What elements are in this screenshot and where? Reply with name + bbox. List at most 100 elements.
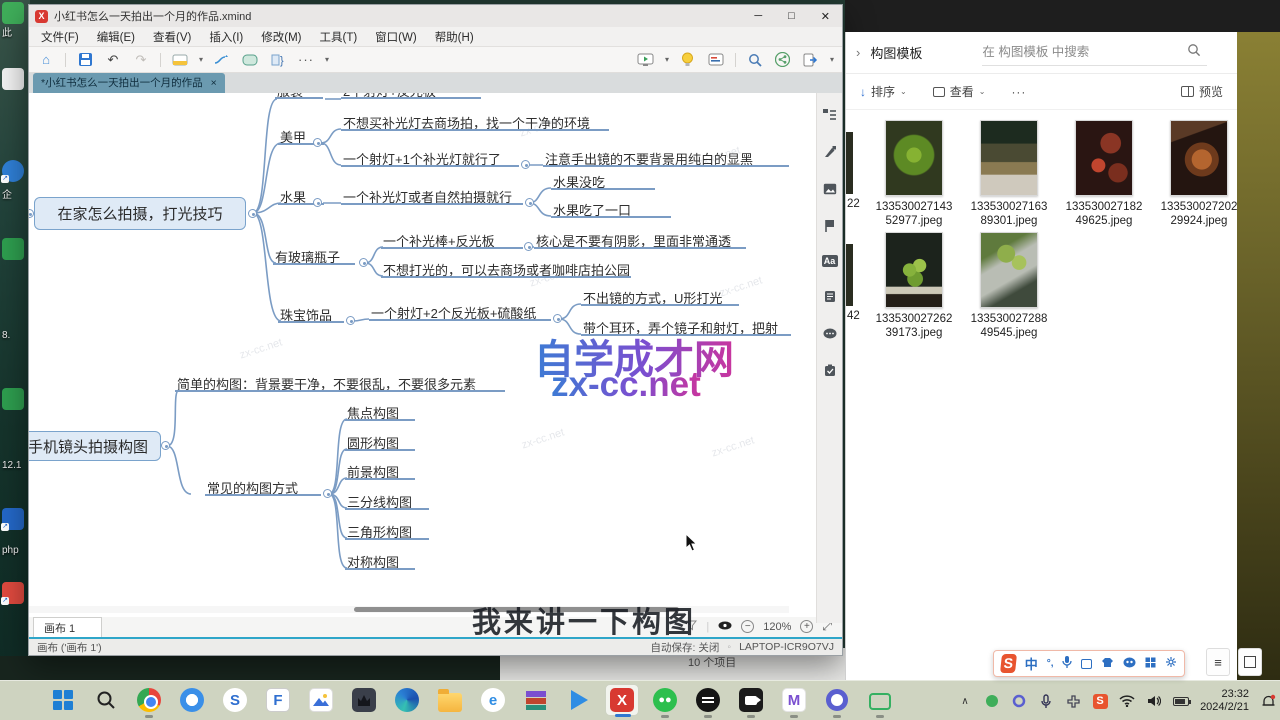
tray-sogou-icon[interactable]: S xyxy=(1092,693,1108,709)
watermark-tool-icon[interactable] xyxy=(691,684,725,716)
mindmap-node-foreground[interactable]: 前景构图 xyxy=(345,461,415,480)
mindmap-node-common-compositions[interactable]: 常见的构图方式 xyxy=(205,477,321,496)
wifi-icon[interactable] xyxy=(1119,693,1135,709)
view-button[interactable]: 查看 ⌄ xyxy=(933,83,986,100)
potplayer-icon[interactable] xyxy=(562,684,596,716)
winrar-icon[interactable] xyxy=(519,684,553,716)
tray-microphone-icon[interactable] xyxy=(1038,693,1054,709)
file-thumbnail-drink[interactable] xyxy=(1170,120,1228,196)
collapse-handle[interactable] xyxy=(524,242,533,251)
menu-modify[interactable]: 修改(M) xyxy=(261,29,301,45)
menu-tools[interactable]: 工具(T) xyxy=(319,29,357,45)
collapse-handle[interactable] xyxy=(521,160,530,169)
comment-icon[interactable] xyxy=(822,326,837,341)
task-checklist-icon[interactable] xyxy=(822,363,837,378)
ime-robot-icon[interactable] xyxy=(1123,655,1136,673)
zoom-out-button[interactable]: − xyxy=(741,620,754,633)
collapse-handle[interactable] xyxy=(248,209,257,218)
export-icon[interactable] xyxy=(802,51,820,69)
presentation-dropdown-icon[interactable]: ▾ xyxy=(665,55,669,64)
share-icon[interactable] xyxy=(774,51,792,69)
zoom-search-icon[interactable] xyxy=(746,51,764,69)
mindmap-node-focus[interactable]: 焦点构图 xyxy=(345,402,415,421)
mindmap-node-bottle-tip1[interactable]: 一个补光棒+反光板 xyxy=(381,230,523,249)
mindmap-node-symmetry[interactable]: 对称构图 xyxy=(345,551,415,570)
battery-icon[interactable] xyxy=(1173,693,1189,709)
file-item[interactable]: 13353002728849545.jpeg xyxy=(964,232,1054,340)
ime-punctuation[interactable]: °, xyxy=(1047,658,1054,669)
menu-help[interactable]: 帮助(H) xyxy=(435,29,474,45)
tray-ring-icon[interactable] xyxy=(1011,693,1027,709)
more-tools-icon[interactable]: ··· xyxy=(297,51,315,69)
collapse-handle[interactable] xyxy=(553,314,562,323)
more-dropdown-icon[interactable]: ▾ xyxy=(325,55,329,64)
tray-health-icon[interactable] xyxy=(1065,693,1081,709)
ime-voice-icon[interactable] xyxy=(1062,655,1072,673)
theme-icon[interactable] xyxy=(171,51,189,69)
floating-window-button[interactable] xyxy=(1238,648,1262,676)
cat-app-icon[interactable] xyxy=(347,684,381,716)
document-tab[interactable]: *小红书怎么一天拍出一个月的作品 × xyxy=(33,73,225,93)
mindmap-node-clothing[interactable]: 服装 xyxy=(275,93,323,99)
screen-recorder-icon[interactable] xyxy=(734,684,768,716)
collapse-handle[interactable] xyxy=(359,258,368,267)
outline-structure-icon[interactable] xyxy=(822,107,837,122)
search-icon[interactable] xyxy=(1187,43,1201,62)
mindmap-node-bottle[interactable]: 有玻璃瓶子 xyxy=(273,246,355,265)
file-thumbnail-kiwi-bowl[interactable] xyxy=(885,120,943,196)
label-aa-icon[interactable]: Aa xyxy=(822,255,838,267)
file-item[interactable]: 13353002716389301.jpeg xyxy=(964,120,1054,228)
mindmap-node-thirds[interactable]: 三分线构图 xyxy=(345,491,429,510)
collapse-handle[interactable] xyxy=(323,489,332,498)
meitu-icon[interactable]: M xyxy=(777,684,811,716)
mindmap-node-simple-composition[interactable]: 简单的构图：背景要干净，不要很乱，不要很多元素 xyxy=(175,373,505,392)
file-item[interactable]: 13353002718249625.jpeg xyxy=(1059,120,1149,228)
photos-icon[interactable] xyxy=(304,684,338,716)
eye-icon[interactable] xyxy=(718,621,732,633)
tray-chevron-icon[interactable]: ∧ xyxy=(957,693,973,709)
wechat-icon[interactable]: ●● xyxy=(648,684,682,716)
mindmap-node-nails-tip1[interactable]: 不想买补光灯去商场拍，找一个干净的环境 xyxy=(341,112,609,131)
menu-window[interactable]: 窗口(W) xyxy=(375,29,417,45)
taskbar-clock[interactable]: 23:32 2024/2/21 xyxy=(1200,688,1249,714)
mindmap-node-nails-tip2[interactable]: 一个射灯+1个补光灯就行了 xyxy=(341,148,519,167)
breadcrumb-chevron-icon[interactable]: › xyxy=(856,45,860,60)
mindmap-node-jewelry[interactable]: 珠宝饰品 xyxy=(278,304,344,323)
honeyview-icon[interactable]: S xyxy=(218,684,252,716)
ime-skin-icon[interactable] xyxy=(1101,655,1114,673)
breadcrumb[interactable]: 构图模板 xyxy=(870,43,922,62)
ring-app-icon[interactable] xyxy=(820,684,854,716)
ime-chinese-mode[interactable]: 中 xyxy=(1025,654,1038,673)
home-icon[interactable]: ⌂ xyxy=(37,51,55,69)
close-button[interactable]: ✕ xyxy=(821,10,830,23)
zoom-in-button[interactable]: + xyxy=(800,620,813,633)
speaker-icon[interactable] xyxy=(1146,693,1162,709)
mindmap-node-clothing-tip[interactable]: 2个射灯+反光板 xyxy=(341,93,481,99)
sort-button[interactable]: ↓ 排序 ⌄ xyxy=(860,83,907,100)
search-input[interactable] xyxy=(982,40,1207,66)
ime-toolbox-icon[interactable] xyxy=(1145,655,1156,673)
mindmap-node-triangle[interactable]: 三角形构图 xyxy=(345,521,429,540)
canvas-tab[interactable]: 画布 1 xyxy=(33,617,102,637)
file-thumbnail-kiwi-still[interactable] xyxy=(980,120,1038,196)
screen-cast-icon[interactable] xyxy=(863,684,897,716)
desktop-icon-blue[interactable]: ↗ xyxy=(2,160,24,182)
insert-image-icon[interactable] xyxy=(822,181,837,196)
theme-dropdown-icon[interactable]: ▾ xyxy=(199,55,203,64)
mindmap-node-jewelry-leaf1[interactable]: 不出镜的方式，U形打光 xyxy=(581,287,739,306)
format-brush-icon[interactable] xyxy=(822,144,837,159)
input-menu-button[interactable]: ≡ xyxy=(1206,648,1230,676)
desktop-icon-red[interactable]: ↗ xyxy=(2,582,24,604)
desktop-icon-green3[interactable] xyxy=(2,388,24,410)
file-explorer-icon[interactable] xyxy=(433,684,467,716)
collapse-handle[interactable] xyxy=(313,138,322,147)
desktop-icon-php[interactable]: ↗ xyxy=(2,508,24,530)
ie-browser-icon[interactable]: e xyxy=(476,684,510,716)
tray-wechat-icon[interactable] xyxy=(984,693,1000,709)
start-button[interactable] xyxy=(46,684,80,716)
pitch-icon[interactable] xyxy=(707,51,725,69)
collapse-handle[interactable] xyxy=(525,198,534,207)
menu-edit[interactable]: 编辑(E) xyxy=(97,29,135,45)
file-thumbnail-red-fruit[interactable] xyxy=(1075,120,1133,196)
mindmap-node-nails-note[interactable]: 注意手出镜的不要背景用纯白的显黑 xyxy=(543,148,789,167)
